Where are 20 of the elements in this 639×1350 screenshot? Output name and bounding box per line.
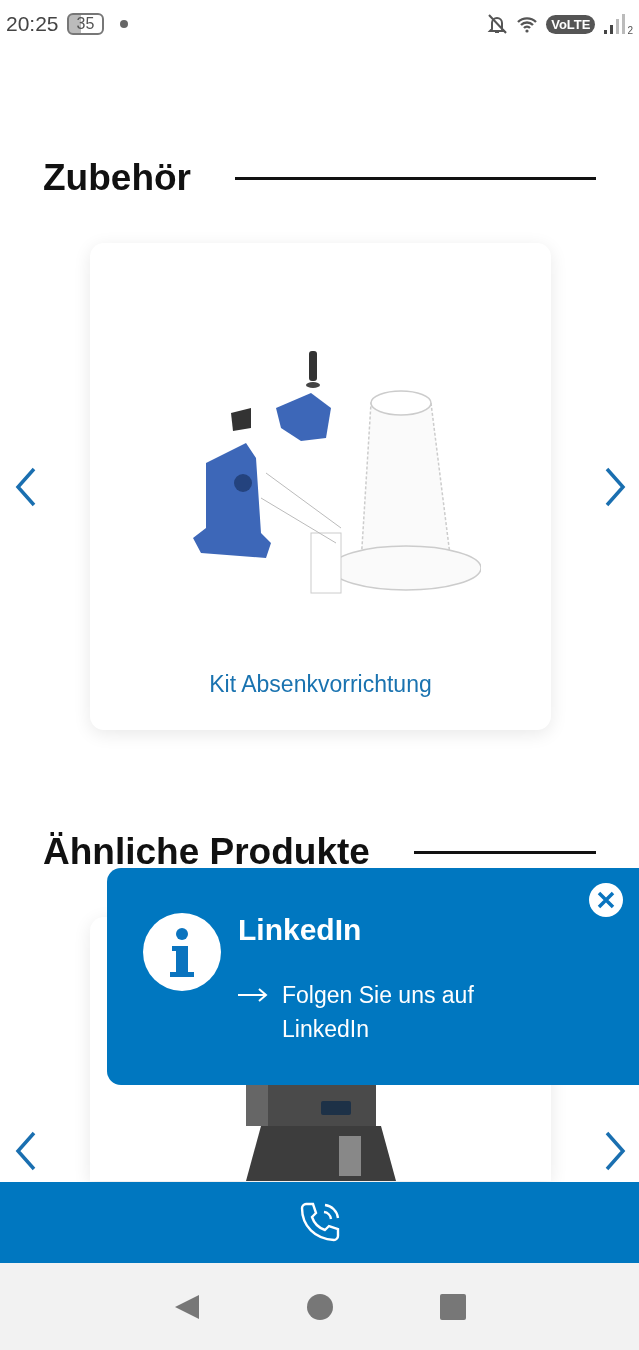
volte-badge: VoLTE	[546, 14, 596, 34]
recents-icon[interactable]	[439, 1293, 466, 1320]
section-heading: Ähnliche Produkte	[43, 830, 370, 874]
wifi-icon	[516, 15, 539, 33]
home-icon[interactable]	[307, 1293, 334, 1320]
muted-bell-icon	[486, 13, 509, 35]
signal-icon	[603, 13, 626, 35]
battery-level: 35	[66, 13, 105, 35]
popup-link[interactable]: Folgen Sie uns auf LinkedIn	[282, 978, 522, 1046]
status-time: 20:25	[6, 12, 59, 36]
section-heading: Zubehör	[43, 156, 191, 200]
notification-dot-icon	[120, 20, 129, 28]
card-title: Kit Absenkvorrichtung	[209, 671, 432, 698]
sim-number: 2	[627, 25, 633, 36]
info-icon	[142, 912, 222, 992]
arrow-right-icon	[238, 988, 268, 1002]
close-icon[interactable]	[588, 882, 624, 918]
back-icon[interactable]	[173, 1292, 202, 1321]
popup-title: LinkedIn	[238, 912, 363, 948]
product-card[interactable]: Kit Absenkvorrichtung	[90, 243, 551, 730]
